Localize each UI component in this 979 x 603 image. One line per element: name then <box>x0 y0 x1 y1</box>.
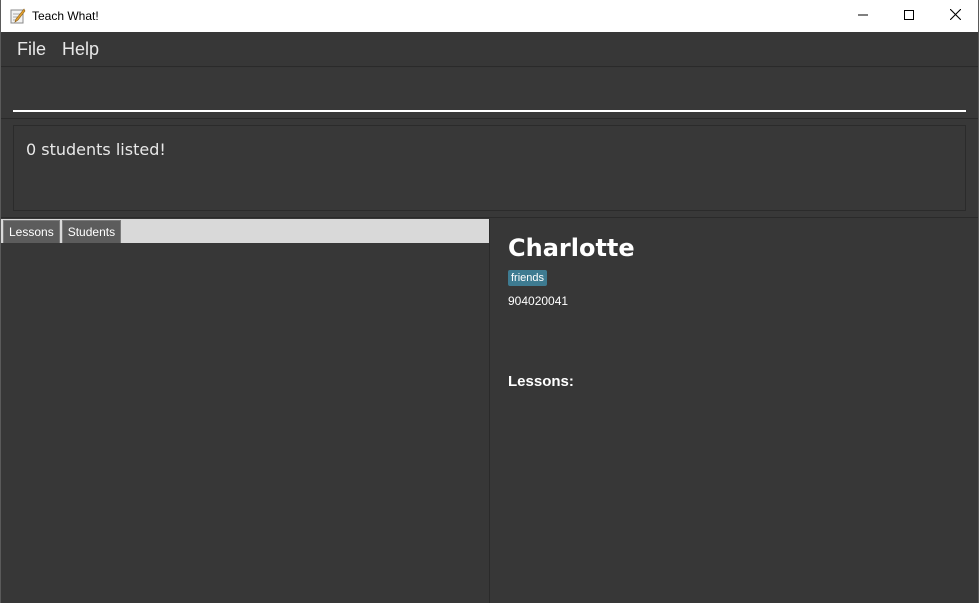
close-icon <box>949 7 961 25</box>
student-name: Charlotte <box>508 234 635 262</box>
maximize-icon <box>904 7 914 25</box>
student-detail-panel: Charlotte friends 904020041 Lessons: <box>491 219 978 603</box>
tab-bar: Lessons Students <box>1 219 489 243</box>
command-box <box>1 68 978 119</box>
result-display: 0 students listed! <box>1 120 978 218</box>
close-button[interactable] <box>932 0 978 32</box>
maximize-button[interactable] <box>886 0 932 32</box>
menu-help[interactable]: Help <box>54 39 107 60</box>
menu-bar: File Help <box>1 32 978 67</box>
app-window: Teach What! File Help 0 students listed!… <box>0 0 979 603</box>
title-bar: Teach What! <box>1 0 978 32</box>
window-controls <box>840 0 978 32</box>
minimize-button[interactable] <box>840 0 886 32</box>
command-input[interactable] <box>13 68 966 112</box>
window-title: Teach What! <box>32 9 99 23</box>
list-panel: Lessons Students <box>1 219 490 603</box>
result-box[interactable]: 0 students listed! <box>13 125 966 211</box>
tab-lessons[interactable]: Lessons <box>3 220 60 243</box>
lessons-heading: Lessons: <box>508 373 574 390</box>
notepad-pencil-icon <box>10 8 26 24</box>
tag-badge: friends <box>508 270 548 286</box>
minimize-icon <box>858 7 868 25</box>
result-message: 0 students listed! <box>26 140 166 159</box>
tab-students[interactable]: Students <box>61 220 122 243</box>
student-phone: 904020041 <box>508 294 569 308</box>
menu-file[interactable]: File <box>9 39 54 60</box>
